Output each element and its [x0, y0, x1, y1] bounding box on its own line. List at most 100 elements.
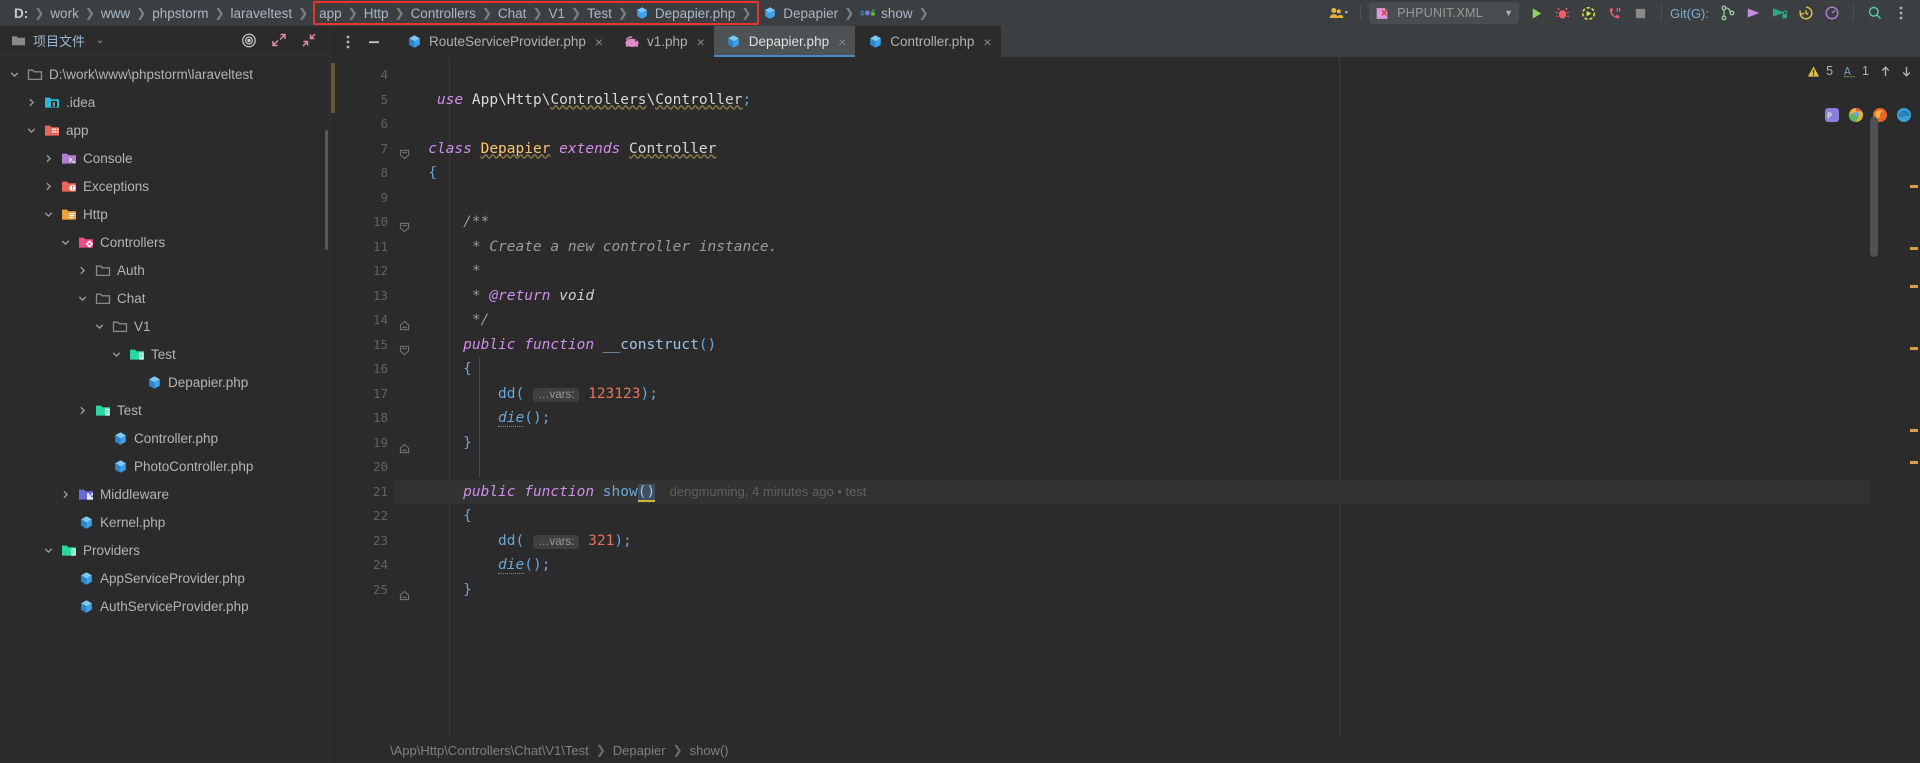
line-number[interactable]: 12 — [336, 259, 394, 284]
arrow-down-icon[interactable] — [1898, 63, 1914, 79]
breadcrumb-phpstorm[interactable]: phpstorm — [150, 0, 210, 26]
inspection-status[interactable]: 5 A 1 — [1805, 63, 1914, 79]
chevron-down-icon[interactable] — [93, 320, 106, 333]
tree-item[interactable]: V1 — [0, 312, 329, 340]
sidebar-scrollbar[interactable] — [325, 130, 328, 250]
tree-item[interactable]: Providers — [0, 536, 329, 564]
tree-item[interactable]: Console — [0, 144, 329, 172]
breadcrumb-drive[interactable]: D: — [12, 0, 30, 26]
bottom-breadcrumb-method[interactable]: show() — [690, 743, 729, 758]
chevron-down-icon[interactable] — [76, 292, 89, 305]
breadcrumb-depapier-class[interactable]: Depapier — [760, 0, 840, 26]
line-number[interactable]: 20 — [336, 455, 394, 480]
editor-scrollbar[interactable] — [1870, 117, 1878, 257]
chevron-down-icon[interactable] — [42, 544, 55, 557]
line-number[interactable]: 8 — [336, 161, 394, 186]
chevron-right-icon[interactable] — [76, 264, 89, 277]
minimize-icon[interactable] — [362, 30, 386, 54]
tree-item[interactable]: AuthServiceProvider.php — [0, 592, 329, 620]
line-number[interactable]: 6 — [336, 112, 394, 137]
coverage-button[interactable] — [1575, 2, 1601, 24]
chevron-right-icon[interactable] — [59, 488, 72, 501]
chevron-down-icon[interactable] — [110, 348, 123, 361]
tree-item[interactable]: Http — [0, 200, 329, 228]
search-icon[interactable] — [1862, 2, 1888, 24]
breadcrumb-www[interactable]: www — [99, 0, 132, 26]
code-editor[interactable]: 4 5 6 7 8 9 10 11 12 13 14 15 16 17 18 19 20 21 22 23 24 25 u… — [330, 57, 1920, 737]
more-vertical-icon[interactable] — [1888, 2, 1914, 24]
line-number[interactable]: 5 — [336, 88, 394, 113]
line-number[interactable]: 22 — [336, 504, 394, 529]
collapse-icon[interactable] — [301, 32, 317, 48]
php-inspection-icon[interactable]: P — [1824, 107, 1840, 127]
chevron-down-icon[interactable] — [59, 236, 72, 249]
line-number[interactable]: 24 — [336, 553, 394, 578]
line-number[interactable]: 14 — [336, 308, 410, 333]
git-rollback-button[interactable] — [1819, 2, 1845, 24]
line-number[interactable]: 19 — [336, 431, 410, 456]
edge-icon[interactable] — [1896, 107, 1912, 127]
tree-item[interactable]: app — [0, 116, 329, 144]
close-icon[interactable]: × — [983, 35, 991, 49]
breadcrumb-app[interactable]: app — [317, 0, 344, 26]
breadcrumb-depapier-file[interactable]: Depapier.php — [632, 0, 737, 26]
tree-item[interactable]: Chat — [0, 284, 329, 312]
tree-item[interactable]: AppServiceProvider.php — [0, 564, 329, 592]
git-update-button[interactable] — [1741, 2, 1767, 24]
tree-item[interactable]: Depapier.php — [0, 368, 329, 396]
target-icon[interactable] — [241, 32, 257, 48]
git-commit-button[interactable] — [1767, 2, 1793, 24]
run-configuration-selector[interactable]: PHPUNIT.XML ▼ — [1369, 2, 1519, 24]
editor-tab[interactable]: Depapier.php × — [713, 26, 856, 57]
profile-button[interactable] — [1601, 2, 1627, 24]
breadcrumb-http[interactable]: Http — [362, 0, 391, 26]
chrome-icon[interactable] — [1848, 107, 1864, 127]
line-number[interactable]: 25 — [336, 578, 410, 603]
chevron-down-icon[interactable] — [42, 208, 55, 221]
line-number[interactable]: 16 — [336, 357, 394, 382]
run-button[interactable] — [1523, 2, 1549, 24]
tree-item[interactable]: PhotoController.php — [0, 452, 329, 480]
tree-item[interactable]: Test — [0, 340, 329, 368]
arrow-up-icon[interactable] — [1877, 63, 1893, 79]
chevron-right-icon[interactable] — [25, 96, 38, 109]
more-vertical-icon[interactable] — [336, 30, 360, 54]
line-number[interactable]: 21 — [336, 480, 410, 505]
breadcrumb-work[interactable]: work — [48, 0, 81, 26]
line-number[interactable]: 4 — [336, 63, 394, 88]
chevron-right-icon[interactable] — [76, 404, 89, 417]
breadcrumb-controllers[interactable]: Controllers — [409, 0, 478, 26]
bottom-breadcrumb-class[interactable]: Depapier — [613, 743, 666, 758]
chevron-right-icon[interactable] — [42, 180, 55, 193]
git-history-button[interactable] — [1793, 2, 1819, 24]
expand-icon[interactable] — [271, 32, 287, 48]
breadcrumb-show-method[interactable]: show — [858, 0, 915, 26]
tree-item[interactable]: Exceptions — [0, 172, 329, 200]
editor-code-area[interactable]: use App\Http\Controllers\Controller; cla… — [394, 57, 1870, 737]
tree-item[interactable]: Auth — [0, 256, 329, 284]
line-number[interactable]: 7 — [336, 137, 410, 162]
tree-item[interactable]: Kernel.php — [0, 508, 329, 536]
debug-button[interactable] — [1549, 2, 1575, 24]
stop-button[interactable] — [1627, 2, 1653, 24]
close-icon[interactable]: × — [697, 35, 705, 49]
collaborate-button[interactable] — [1324, 2, 1352, 24]
inspection-sidebar[interactable]: 5 A 1 P — [1807, 57, 1920, 737]
tree-item[interactable]: IJ .idea — [0, 88, 329, 116]
chevron-down-icon[interactable] — [25, 124, 38, 137]
tree-item[interactable]: D:\work\www\phpstorm\laraveltest — [0, 60, 329, 88]
breadcrumb-chat[interactable]: Chat — [496, 0, 529, 26]
chevron-down-icon[interactable] — [8, 68, 21, 81]
line-number[interactable]: 23 — [336, 529, 394, 554]
tree-item[interactable]: Test — [0, 396, 329, 424]
line-number[interactable]: 10 — [336, 210, 410, 235]
line-number[interactable]: 9 — [336, 186, 394, 211]
tree-item[interactable]: Controllers — [0, 228, 329, 256]
breadcrumb-v1[interactable]: V1 — [547, 0, 568, 26]
close-icon[interactable]: × — [595, 35, 603, 49]
chevron-right-icon[interactable] — [42, 152, 55, 165]
line-number[interactable]: 11 — [336, 235, 394, 260]
git-branch-button[interactable] — [1715, 2, 1741, 24]
tree-item[interactable]: Controller.php — [0, 424, 329, 452]
breadcrumb-test[interactable]: Test — [585, 0, 614, 26]
